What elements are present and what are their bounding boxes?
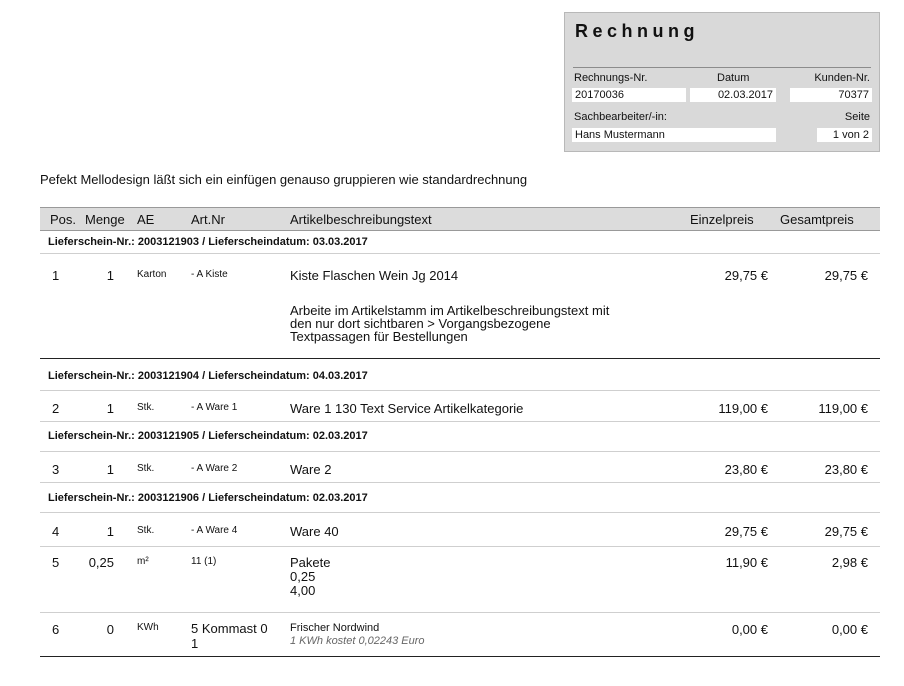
row-total: 0,00 € — [831, 622, 868, 637]
row-article-number: 5 Kommast 0 1 — [191, 621, 268, 651]
row-unit-price: 29,75 € — [724, 268, 768, 283]
row-total: 29,75 € — [824, 524, 868, 539]
article-line: 1 — [191, 636, 199, 651]
header-desc: Artikelbeschreibungstext — [290, 212, 432, 227]
intro-text: Pefekt Mellodesign läßt sich ein einfüge… — [40, 172, 528, 187]
date-value: 02.03.2017 — [690, 88, 776, 102]
row-total: 23,80 € — [824, 462, 868, 477]
row-total: 29,75 € — [824, 268, 868, 283]
invoice-info-box: Rechnung Rechnungs-Nr. Datum Kunden-Nr. … — [564, 12, 880, 152]
header-qty: Menge — [85, 212, 125, 227]
row-unit-price: 23,80 € — [724, 462, 768, 477]
row-unit-price: 29,75 € — [724, 524, 768, 539]
row-article-number: - A Ware 4 — [191, 525, 238, 536]
date-label: Datum — [717, 72, 750, 84]
row-pos: 6 — [52, 622, 60, 637]
table-bottom-rule — [40, 656, 880, 657]
row-description: Ware 2 — [290, 462, 332, 477]
row-unit-price: 11,90 € — [725, 555, 768, 570]
invoice-title: Rechnung — [575, 21, 699, 41]
row-qty: 1 — [106, 401, 114, 416]
row-description-detail: Arbeite im Artikelstamm im Artikelbeschr… — [290, 304, 609, 343]
clerk-value: Hans Mustermann — [572, 128, 776, 142]
row-unit: m² — [137, 556, 149, 567]
description-line: 4,00 — [290, 583, 316, 598]
row-article-number: - A Ware 1 — [191, 402, 238, 413]
row-unit: Stk. — [137, 525, 155, 536]
row-divider — [40, 253, 880, 254]
table-header: Pos. Menge AE Art.Nr Artikelbeschreibung… — [40, 207, 880, 231]
row-unit: KWh — [137, 622, 159, 633]
invoice-number-label: Rechnungs-Nr. — [574, 72, 648, 84]
row-description: Ware 40 — [290, 524, 339, 539]
row-divider — [40, 612, 880, 613]
delivery-group-header: Lieferschein-Nr.: 2003121906 / Liefersch… — [48, 492, 368, 504]
customer-number-value: 70377 — [790, 88, 872, 102]
divider — [573, 67, 871, 68]
clerk-label: Sachbearbeiter/-in: — [574, 111, 667, 123]
delivery-group-header: Lieferschein-Nr.: 2003121904 / Liefersch… — [48, 370, 368, 382]
row-divider — [40, 451, 880, 452]
row-pos: 4 — [52, 524, 60, 539]
row-total: 2,98 € — [831, 555, 868, 570]
description-line: Pakete — [290, 555, 331, 570]
row-description: Pakete 0,25 4,00 — [290, 556, 330, 598]
row-pos: 5 — [52, 555, 60, 570]
row-article-number: - A Kiste — [191, 269, 228, 280]
row-divider — [40, 546, 880, 547]
invoice-number-value: 20170036 — [572, 88, 686, 102]
delivery-group-header: Lieferschein-Nr.: 2003121905 / Liefersch… — [48, 430, 368, 442]
article-line: 5 Kommast 0 — [191, 621, 268, 636]
row-article-number: - A Ware 2 — [191, 463, 238, 474]
description-line: 0,25 — [290, 569, 316, 584]
description-note: 1 KWh kostet 0,02243 Euro — [290, 635, 425, 647]
customer-number-label: Kunden-Nr. — [814, 72, 870, 84]
row-qty: 0 — [106, 622, 114, 637]
header-total: Gesamtpreis — [780, 212, 854, 227]
row-total: 119,00 € — [818, 401, 868, 416]
row-qty: 0,25 — [88, 555, 114, 570]
row-article-number: 11 (1) — [191, 556, 217, 567]
page-label: Seite — [844, 111, 870, 123]
row-unit: Stk. — [137, 463, 155, 474]
header-art: Art.Nr — [191, 212, 225, 227]
row-unit-price: 119,00 € — [718, 401, 768, 416]
page-value: 1 von 2 — [817, 128, 872, 142]
row-divider — [40, 482, 880, 483]
row-qty: 1 — [106, 268, 114, 283]
row-unit-price: 0,00 € — [731, 622, 768, 637]
header-unit-price: Einzelpreis — [690, 212, 754, 227]
row-unit: Karton — [137, 269, 167, 280]
row-pos: 3 — [52, 462, 60, 477]
header-ae: AE — [137, 212, 155, 227]
row-qty: 1 — [106, 524, 114, 539]
row-divider — [40, 421, 880, 422]
row-divider — [40, 390, 880, 391]
delivery-group-header: Lieferschein-Nr.: 2003121903 / Liefersch… — [48, 236, 368, 248]
row-pos: 2 — [52, 401, 60, 416]
description-line: Frischer Nordwind — [290, 622, 380, 634]
row-description: Frischer Nordwind 1 KWh kostet 0,02243 E… — [290, 622, 425, 648]
row-unit: Stk. — [137, 402, 155, 413]
description-line: Textpassagen für Bestellungen — [290, 329, 468, 344]
row-description: Ware 1 130 Text Service Artikelkategorie — [290, 401, 524, 416]
row-divider — [40, 358, 880, 359]
row-divider — [40, 512, 880, 513]
row-pos: 1 — [52, 268, 60, 283]
row-description: Kiste Flaschen Wein Jg 2014 — [290, 268, 459, 283]
row-qty: 1 — [106, 462, 114, 477]
header-pos: Pos. — [50, 212, 77, 227]
